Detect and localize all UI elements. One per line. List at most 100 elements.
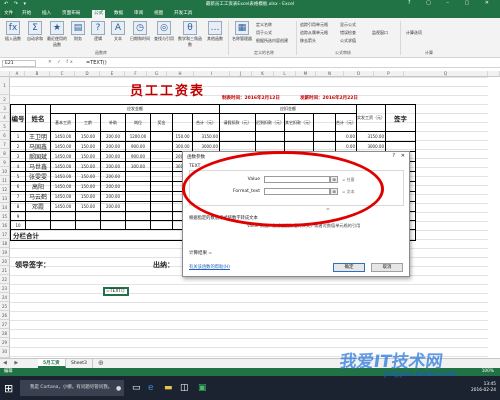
tab-review[interactable]: 审阅: [132, 10, 145, 18]
cell[interactable]: [284, 141, 314, 152]
show-formulas-button[interactable]: 显示公式: [340, 22, 356, 28]
error-checking-button[interactable]: 错误检查: [340, 30, 356, 36]
cell-subsidy[interactable]: 200.00: [100, 171, 126, 182]
cancel-button[interactable]: 取消: [371, 263, 403, 272]
cell-net[interactable]: 3150.00: [356, 131, 386, 142]
cell-post[interactable]: 1200.00: [125, 131, 151, 142]
cell-base[interactable]: 1450.00: [50, 201, 76, 212]
row-header[interactable]: 25: [0, 302, 10, 311]
cell-name[interactable]: 邓霞: [25, 201, 51, 212]
cell-no[interactable]: 5: [10, 171, 26, 182]
cell[interactable]: [219, 131, 256, 142]
cell-blank[interactable]: [150, 171, 173, 182]
cell-no[interactable]: 3: [10, 151, 26, 162]
create-from-selection-button[interactable]: 根据所选内容创建: [256, 38, 288, 44]
cell-bonus[interactable]: 150.00: [172, 131, 193, 142]
tab-insert[interactable]: 插入: [40, 10, 53, 18]
add-sheet-icon[interactable]: ⊕: [98, 359, 104, 368]
cell-deduct[interactable]: 0.00: [335, 141, 357, 152]
tab-formulas[interactable]: 公式: [92, 10, 106, 18]
recently-used-button[interactable]: ★ 最近使用的函数: [47, 21, 67, 48]
cell-seniority[interactable]: [75, 220, 101, 230]
cell-seniority[interactable]: 150.00: [75, 131, 101, 142]
trace-dependents-button[interactable]: 追踪从属单元格: [300, 30, 328, 36]
cell[interactable]: [219, 141, 256, 152]
row-header[interactable]: 11: [0, 176, 10, 185]
cell-subsidy[interactable]: 200.00: [100, 141, 126, 152]
system-tray[interactable]: 13:45 2016-02-24: [471, 382, 496, 394]
cell-subsidy[interactable]: 200.00: [100, 191, 126, 202]
help-icon[interactable]: ?: [392, 153, 395, 159]
cell-total[interactable]: 3150.00: [192, 131, 220, 142]
autosum-button[interactable]: Σ 自动求和: [25, 21, 45, 42]
cell-seniority[interactable]: 150.00: [75, 151, 101, 162]
row-header[interactable]: 4: [0, 113, 10, 122]
cell-no[interactable]: 2: [10, 141, 26, 152]
cell-base[interactable]: 1450.00: [50, 141, 76, 152]
task-view-icon[interactable]: ▭: [132, 383, 141, 393]
cell-blank[interactable]: [150, 211, 173, 221]
cell-seniority[interactable]: 150.00: [75, 191, 101, 202]
use-in-formula-button[interactable]: 用于公式: [256, 30, 272, 36]
cell-post[interactable]: [125, 220, 151, 230]
tab-developer[interactable]: 开发工具: [172, 10, 194, 18]
cell-subsidy[interactable]: 200.00: [100, 161, 126, 172]
sheet-tab-sheet3[interactable]: Sheet3: [66, 359, 93, 368]
cell-no[interactable]: 1: [10, 131, 26, 142]
cell-name[interactable]: [25, 220, 51, 230]
cell-name[interactable]: 高阳: [25, 181, 51, 192]
calculation-options-button[interactable]: 计算选项: [406, 30, 422, 36]
row-header[interactable]: 16: [0, 221, 10, 230]
cell-post[interactable]: 900.00: [125, 151, 151, 162]
cell-post[interactable]: 300.00: [125, 161, 151, 172]
tab-file[interactable]: 文件: [2, 10, 16, 18]
text-button[interactable]: A 文本: [109, 21, 127, 42]
formula-bar-icons[interactable]: ✕ ✓ fx: [48, 60, 75, 65]
tab-home[interactable]: 开始: [20, 10, 33, 18]
table-row[interactable]: 1 王卫明 1450.00 150.00 200.00 1200.00 150.…: [10, 131, 416, 142]
row-header[interactable]: 1: [0, 77, 10, 95]
row-header[interactable]: 7: [0, 140, 10, 149]
cell-no[interactable]: 6: [10, 181, 26, 192]
row-header[interactable]: 23: [0, 284, 10, 293]
evaluate-formula-button[interactable]: 公式求值: [340, 38, 356, 44]
cell-name[interactable]: 马云鹤: [25, 191, 51, 202]
cell-blank[interactable]: [150, 191, 173, 202]
cell-base[interactable]: 1450.00: [50, 181, 76, 192]
edge-browser-icon[interactable]: e: [148, 383, 154, 393]
cell-sign[interactable]: [385, 141, 416, 152]
cell-bonus[interactable]: 300.00: [172, 141, 193, 152]
cortana-search-box[interactable]: 我是 Cortana，小娜。有问题尽管问我。: [20, 380, 124, 396]
cell-blank[interactable]: [150, 220, 173, 230]
cell-net[interactable]: 3000.00: [356, 141, 386, 152]
cell-name[interactable]: 王卫明: [25, 131, 51, 142]
row-header[interactable]: 19: [0, 248, 10, 257]
active-cell-editor[interactable]: =TEXT(): [103, 287, 129, 296]
collapse-dialog-icon[interactable]: ⊞: [330, 188, 338, 195]
cell-name[interactable]: 马世鑫: [25, 161, 51, 172]
cell-no[interactable]: 8: [10, 201, 26, 212]
cell-post[interactable]: [125, 181, 151, 192]
row-header[interactable]: 24: [0, 293, 10, 302]
logical-button[interactable]: ? 逻辑: [89, 21, 107, 42]
collapse-dialog-icon[interactable]: ⊞: [330, 176, 338, 183]
row-header[interactable]: 5: [0, 122, 10, 131]
cell-base[interactable]: 1450.00: [50, 191, 76, 202]
cell-base[interactable]: [50, 211, 76, 221]
cell-base[interactable]: 1450.00: [50, 171, 76, 182]
cell-no[interactable]: 10: [10, 220, 26, 230]
cell-sign[interactable]: [385, 131, 416, 142]
cell-name[interactable]: 马国鑫: [25, 141, 51, 152]
cell-post[interactable]: [125, 211, 151, 221]
row-header[interactable]: 12: [0, 185, 10, 194]
format-text-input[interactable]: [264, 188, 330, 195]
watch-window-button[interactable]: 监视窗口: [372, 30, 388, 36]
sheet-tab-may-payroll[interactable]: 5月工资: [38, 359, 66, 368]
cell-seniority[interactable]: 150.00: [75, 171, 101, 182]
cell[interactable]: [313, 131, 336, 142]
row-header[interactable]: 18: [0, 239, 10, 248]
cell-no[interactable]: 9: [10, 211, 26, 221]
cell-base[interactable]: [50, 220, 76, 230]
row-header[interactable]: 22: [0, 275, 10, 284]
row-header[interactable]: 17: [0, 230, 10, 239]
